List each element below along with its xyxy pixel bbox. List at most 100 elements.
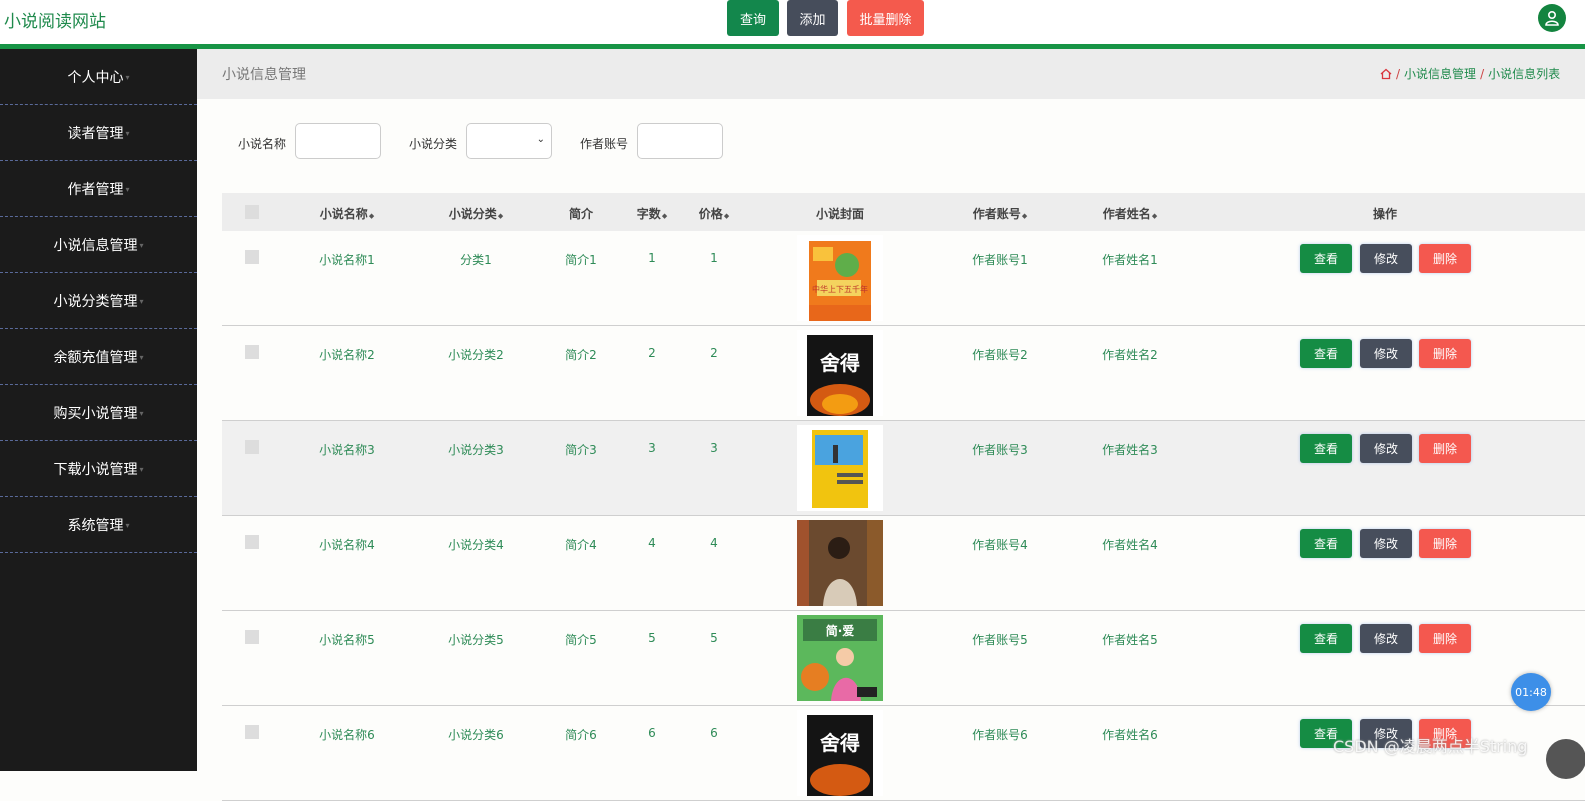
sidebar-item-download[interactable]: 下载小说管理 ▾ (0, 441, 197, 497)
view-button[interactable]: 查看 (1300, 529, 1352, 558)
edit-button[interactable]: 修改 (1360, 339, 1412, 368)
view-button[interactable]: 查看 (1300, 434, 1352, 463)
site-brand[interactable]: 小说阅读网站 (4, 7, 106, 32)
sidebar-item-label: 个人中心 (67, 69, 124, 86)
sort-icon: ◆ (368, 212, 375, 220)
sidebar-item-label: 余额充值管理 (53, 349, 138, 366)
novel-cover-image[interactable]: 舍得 (797, 710, 883, 796)
home-icon[interactable] (1380, 68, 1392, 83)
cell-intro: 简介5 (565, 633, 597, 647)
page-title: 小说信息管理 (222, 67, 306, 83)
edit-button[interactable]: 修改 (1360, 529, 1412, 558)
novel-name-input[interactable] (295, 123, 381, 159)
sidebar-item-novel-info[interactable]: 小说信息管理 ▾ (0, 217, 197, 273)
table-row: 小说名称4 小说分类4 简介4 4 4 作者账号4 作者姓名4 查看 修改 删除 (222, 516, 1585, 611)
column-header-category[interactable]: 小说分类◆ (449, 205, 503, 222)
novel-cover-image[interactable]: 简·爱 (797, 615, 883, 701)
row-checkbox[interactable] (245, 345, 259, 359)
svg-text:舍得: 舍得 (820, 731, 860, 755)
sort-icon: ◆ (1021, 212, 1028, 220)
cell-author-name: 作者姓名5 (1102, 633, 1158, 647)
cell-category: 小说分类2 (448, 348, 504, 362)
svg-text:中华上下五千年: 中华上下五千年 (812, 284, 868, 294)
sidebar-item-label: 系统管理 (67, 517, 124, 534)
sidebar-item-personal-center[interactable]: 个人中心 ▾ (0, 49, 197, 105)
batch-delete-button[interactable]: 批量删除 (847, 0, 924, 36)
recording-timer-badge[interactable]: 01:48 (1511, 673, 1551, 711)
cell-novel-name[interactable]: 小说名称1 (319, 251, 375, 268)
breadcrumb: / 小说信息管理 / 小说信息列表 (1380, 65, 1560, 83)
author-account-input[interactable] (637, 123, 723, 159)
delete-button[interactable]: 删除 (1419, 624, 1471, 653)
novel-category-select[interactable]: ⌄ (466, 123, 552, 159)
table-row: 小说名称5 小说分类5 简介5 5 5 简·爱 作者账号5 作者姓名5 查看 修… (222, 611, 1585, 706)
column-header-author-account[interactable]: 作者账号◆ (973, 205, 1027, 222)
cell-novel-name[interactable]: 小说名称3 (319, 441, 375, 458)
cell-novel-name[interactable]: 小说名称2 (319, 346, 375, 363)
sort-icon: ◆ (1151, 212, 1158, 220)
cell-price: 3 (710, 441, 718, 455)
cell-words: 2 (648, 346, 656, 360)
cell-price: 1 (710, 251, 718, 265)
sidebar-item-label: 购买小说管理 (53, 405, 138, 422)
edit-button[interactable]: 修改 (1360, 244, 1412, 273)
column-header-price[interactable]: 价格◆ (699, 205, 729, 222)
novel-category-label: 小说分类 (409, 137, 458, 151)
column-header-name[interactable]: 小说名称◆ (320, 205, 374, 222)
cell-category: 小说分类3 (448, 443, 504, 457)
table-row: 小说名称1 分类1 简介1 1 1 中华上下五千年 作者账号1 作者姓名1 查看… (222, 231, 1585, 326)
sidebar-item-label: 作者管理 (67, 181, 124, 198)
delete-button[interactable]: 删除 (1419, 434, 1471, 463)
row-checkbox[interactable] (245, 630, 259, 644)
sidebar-item-novel-category[interactable]: 小说分类管理 ▾ (0, 273, 197, 329)
cell-intro: 简介2 (565, 348, 597, 362)
sidebar-item-label: 小说分类管理 (53, 293, 138, 310)
novel-cover-image[interactable] (797, 520, 883, 606)
edit-button[interactable]: 修改 (1360, 624, 1412, 653)
row-checkbox[interactable] (245, 725, 259, 739)
user-avatar-icon[interactable] (1538, 4, 1566, 32)
sidebar-item-purchase[interactable]: 购买小说管理 ▾ (0, 385, 197, 441)
sidebar-item-system[interactable]: 系统管理 ▾ (0, 497, 197, 553)
row-checkbox[interactable] (245, 535, 259, 549)
view-button[interactable]: 查看 (1300, 339, 1352, 368)
novel-name-label: 小说名称 (238, 137, 287, 151)
add-button[interactable]: 添加 (787, 0, 838, 36)
query-button[interactable]: 查询 (727, 0, 779, 36)
sidebar-item-authors[interactable]: 作者管理 ▾ (0, 161, 197, 217)
cell-intro: 简介1 (565, 253, 597, 267)
cell-words: 6 (648, 726, 656, 740)
edit-button[interactable]: 修改 (1360, 434, 1412, 463)
view-button[interactable]: 查看 (1300, 624, 1352, 653)
back-to-top-button[interactable] (1546, 739, 1585, 779)
cell-author-account: 作者账号4 (972, 538, 1028, 552)
delete-button[interactable]: 删除 (1419, 244, 1471, 273)
delete-button[interactable]: 删除 (1419, 339, 1471, 368)
sidebar: 个人中心 ▾ 读者管理 ▾ 作者管理 ▾ 小说信息管理 ▾ 小说分类管理 ▾ 余额充值管理… (0, 49, 197, 771)
cell-novel-name[interactable]: 小说名称5 (319, 631, 375, 648)
sidebar-item-readers[interactable]: 读者管理 ▾ (0, 105, 197, 161)
novel-cover-image[interactable] (797, 425, 883, 511)
svg-text:舍得: 舍得 (820, 351, 860, 375)
column-header-author-name[interactable]: 作者姓名◆ (1103, 205, 1157, 222)
row-checkbox[interactable] (245, 440, 259, 454)
delete-button[interactable]: 删除 (1419, 529, 1471, 558)
breadcrumb-bar: 小说信息管理 / 小说信息管理 / 小说信息列表 (197, 49, 1585, 99)
cell-novel-name[interactable]: 小说名称4 (319, 536, 375, 553)
sort-icon: ◆ (661, 212, 668, 220)
row-checkbox[interactable] (245, 250, 259, 264)
breadcrumb-item[interactable]: 小说信息管理 (1404, 67, 1476, 81)
cell-novel-name[interactable]: 小说名称6 (319, 726, 375, 743)
sidebar-item-recharge[interactable]: 余额充值管理 ▾ (0, 329, 197, 385)
select-all-checkbox[interactable] (245, 205, 259, 219)
novel-cover-image[interactable]: 舍得 (797, 330, 883, 416)
cell-author-account: 作者账号2 (972, 348, 1028, 362)
view-button[interactable]: 查看 (1300, 244, 1352, 273)
novel-cover-image[interactable]: 中华上下五千年 (797, 235, 883, 321)
chevron-down-icon: ⌄ (536, 134, 545, 145)
column-header-words[interactable]: 字数◆ (637, 205, 667, 222)
cell-author-name: 作者姓名2 (1102, 348, 1158, 362)
table-row: 小说名称2 小说分类2 简介2 2 2 舍得 作者账号2 作者姓名2 查看 修改… (222, 326, 1585, 421)
cell-intro: 简介6 (565, 728, 597, 742)
breadcrumb-item: 小说信息列表 (1488, 67, 1561, 81)
